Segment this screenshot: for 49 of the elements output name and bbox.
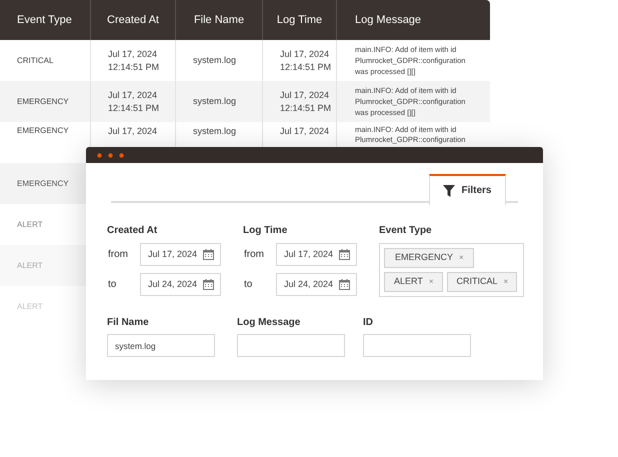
event-type-tag[interactable]: EMERGENCY × (384, 248, 474, 268)
range-label: to (107, 278, 118, 292)
event-type-tag[interactable]: ALERT × (384, 272, 443, 292)
range-label: from (243, 248, 265, 262)
funnel-icon (443, 184, 456, 196)
date-field[interactable]: Jul 24, 2024 (276, 273, 357, 296)
date-field[interactable]: Jul 17, 2024 (140, 243, 221, 266)
text-field[interactable] (363, 334, 471, 357)
event-type-tag[interactable]: CRITICAL × (446, 272, 518, 292)
window-dots-icon (97, 152, 124, 158)
table-cell: CRITICAL (17, 54, 54, 66)
table-cell: system.log (193, 95, 236, 108)
table-cell: Jul 17, 2024 12:14:51 PM (280, 48, 332, 74)
table-cell: system.log (193, 54, 236, 67)
text-field[interactable] (237, 334, 345, 357)
range-label: to (243, 278, 254, 292)
table-cell: EMERGENCY (17, 125, 69, 137)
table-cell: ALERT (17, 260, 43, 272)
column-header: File Name (194, 12, 244, 28)
range-label: from (107, 248, 129, 262)
table-cell: EMERGENCY (17, 96, 69, 108)
table-cell: Jul 17, 2024 (280, 125, 330, 138)
table-cell: Jul 17, 2024 12:14:51 PM (280, 88, 332, 114)
calendar-icon (203, 249, 214, 260)
table-cell: EMERGENCY (17, 178, 69, 190)
table-cell: Jul 17, 2024 12:14:51 PM (108, 88, 160, 114)
text-field[interactable]: system.log (107, 334, 215, 357)
filter-label: ID (363, 316, 373, 329)
filter-label: Log Message (237, 316, 300, 329)
table-cell: ALERT (17, 300, 43, 312)
table-cell: system.log (193, 125, 236, 138)
date-field[interactable]: Jul 17, 2024 (276, 243, 357, 266)
table-cell: ALERT (17, 218, 43, 230)
tag-select-field[interactable]: EMERGENCY × ALERT × CRITICAL × (379, 243, 524, 297)
date-field[interactable]: Jul 24, 2024 (140, 273, 221, 296)
filter-label: Fil Name (107, 316, 149, 329)
calendar-icon (203, 279, 214, 290)
filter-label: Event Type (379, 224, 432, 237)
table-cell: Jul 17, 2024 12:14:51 PM (108, 48, 160, 74)
column-header: Log Time (276, 12, 322, 28)
filters-tab[interactable]: Filters (429, 174, 506, 205)
column-header: Event Type (17, 12, 72, 28)
calendar-icon (339, 249, 350, 260)
calendar-icon (339, 279, 350, 290)
filter-label: Log Time (243, 224, 288, 237)
column-header: Created At (107, 12, 159, 28)
table-cell: Jul 17, 2024 (108, 125, 158, 138)
column-header: Log Message (355, 12, 422, 28)
filter-label: Created At (107, 224, 158, 237)
